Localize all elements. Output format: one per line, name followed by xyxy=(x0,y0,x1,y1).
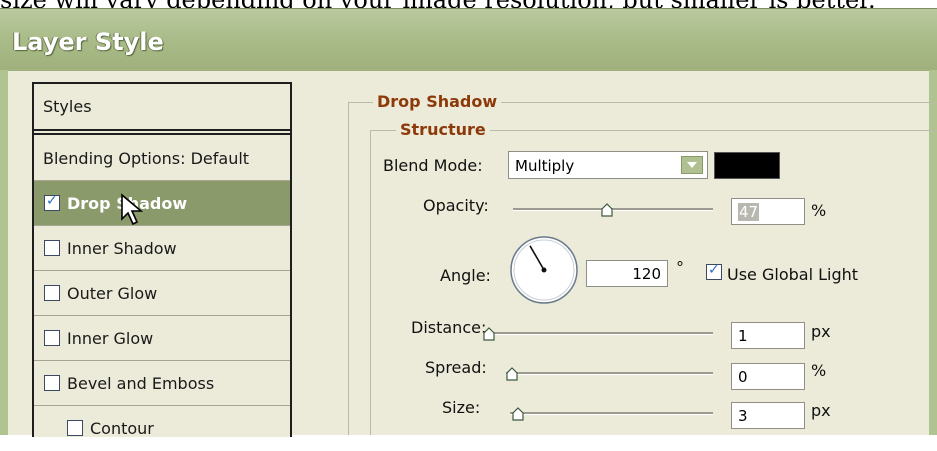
angle-value: 120 xyxy=(632,265,661,283)
spread-value: 0 xyxy=(738,368,748,386)
use-global-light-checkbox[interactable] xyxy=(706,262,722,280)
distance-label: Distance: xyxy=(411,318,487,337)
drop-shadow-group-border-left xyxy=(348,102,349,435)
size-unit: px xyxy=(811,401,831,420)
spread-input[interactable]: 0 xyxy=(731,363,805,390)
list-item-label: Inner Shadow xyxy=(67,239,177,258)
layer-style-dialog: Layer Style Styles Blending Options: Def… xyxy=(0,8,937,438)
list-item-label: Outer Glow xyxy=(67,284,158,303)
distance-input[interactable]: 1 xyxy=(731,322,805,349)
dialog-title: Layer Style xyxy=(12,28,164,56)
blend-mode-select[interactable]: Multiply xyxy=(508,151,708,179)
bevel-emboss-checkbox[interactable] xyxy=(44,375,60,391)
opacity-slider-thumb[interactable] xyxy=(601,203,613,217)
arrow-cursor-icon xyxy=(121,193,144,226)
list-item-inner-glow[interactable]: Inner Glow xyxy=(34,316,290,361)
angle-unit: ° xyxy=(676,258,684,277)
spread-label: Spread: xyxy=(425,358,487,377)
blend-mode-value: Multiply xyxy=(515,157,575,175)
list-item-blending-options[interactable]: Blending Options: Default xyxy=(34,136,290,181)
angle-label: Angle: xyxy=(440,266,491,285)
use-global-light-label: Use Global Light xyxy=(727,265,859,284)
list-item-label: Blending Options: Default xyxy=(43,149,250,168)
distance-slider-track[interactable] xyxy=(483,332,713,335)
size-slider-thumb[interactable] xyxy=(512,407,524,421)
blend-mode-label: Blend Mode: xyxy=(383,156,483,175)
distance-unit: px xyxy=(811,322,831,341)
contour-checkbox[interactable] xyxy=(67,420,83,436)
styles-header-label: Styles xyxy=(43,97,92,116)
opacity-slider-track[interactable] xyxy=(513,208,713,211)
list-item-drop-shadow[interactable]: Drop Shadow xyxy=(34,181,290,226)
list-item-bevel-emboss[interactable]: Bevel and Emboss xyxy=(34,361,290,406)
outer-glow-checkbox[interactable] xyxy=(44,285,60,301)
dialog-frame-left xyxy=(0,70,8,435)
list-item-outer-glow[interactable]: Outer Glow xyxy=(34,271,290,316)
list-item-inner-shadow[interactable]: Inner Shadow xyxy=(34,226,290,271)
inner-shadow-checkbox[interactable] xyxy=(44,240,60,256)
styles-header[interactable]: Styles xyxy=(34,84,290,135)
drop-shadow-checkbox[interactable] xyxy=(44,193,60,211)
opacity-value: 47 xyxy=(738,203,760,221)
list-item-label: Bevel and Emboss xyxy=(67,374,215,393)
spread-slider-track[interactable] xyxy=(506,372,713,375)
distance-slider-thumb[interactable] xyxy=(483,327,495,341)
opacity-input[interactable]: 47 xyxy=(731,198,805,225)
list-item-label: Inner Glow xyxy=(67,329,154,348)
shadow-color-swatch[interactable] xyxy=(714,152,780,179)
angle-dial[interactable] xyxy=(508,234,580,306)
styles-list: Styles Blending Options: Default Drop Sh… xyxy=(32,82,292,438)
opacity-label: Opacity: xyxy=(423,196,489,215)
size-label: Size: xyxy=(442,398,481,417)
inner-glow-checkbox[interactable] xyxy=(44,330,60,346)
opacity-unit: % xyxy=(811,201,827,220)
dialog-titlebar[interactable]: Layer Style xyxy=(0,8,937,71)
size-slider-track[interactable] xyxy=(510,412,713,415)
spread-slider-thumb[interactable] xyxy=(506,367,518,381)
list-item-contour[interactable]: Contour xyxy=(34,406,290,451)
size-input[interactable]: 3 xyxy=(731,402,805,429)
angle-input[interactable]: 120 xyxy=(586,260,668,287)
size-value: 3 xyxy=(738,407,748,425)
spread-unit: % xyxy=(811,361,827,380)
chevron-down-icon[interactable] xyxy=(681,156,703,174)
structure-group-title: Structure xyxy=(396,120,490,139)
distance-value: 1 xyxy=(738,327,748,345)
drop-shadow-group-title: Drop Shadow xyxy=(373,92,502,111)
dialog-frame-right xyxy=(929,70,937,435)
list-item-label: Contour xyxy=(90,419,154,438)
structure-group-border-left xyxy=(370,130,371,435)
